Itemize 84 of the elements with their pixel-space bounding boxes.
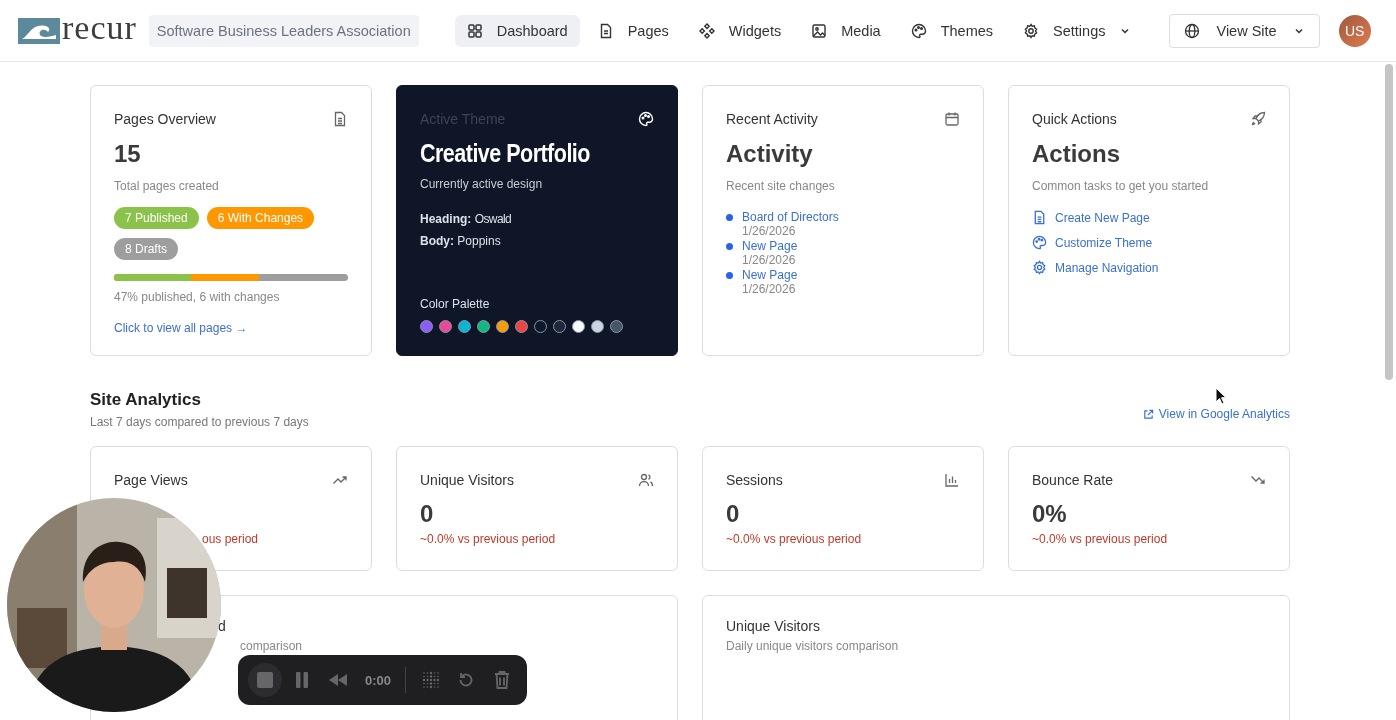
rocket-icon [1250,111,1266,127]
status-badge: 8 Drafts [114,238,178,260]
recording-time: 0:00 [364,672,391,688]
quick-action-link[interactable]: Manage Navigation [1032,260,1266,275]
nav-tab[interactable]: Widgets [686,14,794,47]
palette-icon [638,111,654,127]
stat-change: ~0.0% vs previous period [420,532,557,546]
card-title: Quick Actions [1032,111,1117,127]
chart-title: d [218,618,227,634]
font-info: Body: Poppins [420,234,502,248]
pause-icon [294,671,311,689]
view-site-button[interactable]: View Site [1169,13,1320,48]
calendar-icon [944,111,960,127]
progress-summary: 47% published, 6 with changes [114,290,281,304]
grid-icon [466,22,483,39]
nav-tab[interactable]: Settings [1011,14,1144,47]
card-heading: Activity [726,140,814,169]
activity-link[interactable]: New Page [742,268,798,282]
document-icon [332,111,348,127]
palette-label: Color Palette [420,297,491,311]
activity-date: 1/26/2026 [742,253,797,267]
settings-icon [1023,22,1040,39]
stat-title: Page Views [114,472,188,488]
stat-title: Sessions [726,472,783,488]
activity-dot [726,272,733,279]
activity-link[interactable]: New Page [742,239,798,253]
image-icon [811,22,828,39]
nav-tab[interactable]: Themes [898,14,1006,47]
chart-subtitle: Daily unique visitors comparison [726,640,900,654]
logo-text: recur [62,10,137,45]
stop-button[interactable] [248,663,282,697]
palette-icon [1032,235,1047,250]
stat-value: 0 [420,500,435,529]
cursor-icon [1215,387,1227,405]
organization-name: Software Business Leaders Association [148,14,419,47]
page-count: 15 [114,140,142,169]
rewind-icon [328,673,349,687]
bar-chart-icon [944,472,960,488]
card-caption: Total pages created [114,179,220,193]
external-link-icon [1142,408,1154,420]
palette-icon [910,22,927,39]
scrollbar-thumb[interactable] [1385,64,1393,380]
card-heading: Actions [1032,140,1121,169]
nav-tab[interactable]: Pages [585,14,681,47]
stat-change: ous period [202,532,260,546]
activity-link[interactable]: Board of Directors [742,210,839,224]
users-icon [638,472,654,488]
section-title: Site Analytics [90,390,202,410]
activity-dot [726,214,733,221]
activity-date: 1/26/2026 [742,224,797,238]
settings-icon [1032,260,1047,275]
font-info: Heading: Oswald [420,212,513,226]
status-badge: 6 With Changes [206,207,315,229]
stat-change: ~0.0% vs previous period [1032,532,1169,546]
globe-icon [1184,22,1201,39]
nav-tab[interactable]: Media [799,14,893,47]
quick-action-link[interactable]: Create New Page [1032,210,1266,225]
trash-icon [493,670,512,690]
card-caption: Common tasks to get you started [1032,179,1210,193]
dot-grid-icon [421,671,440,689]
chart-subtitle: comparison [240,640,304,654]
card-caption: Recent site changes [726,179,836,193]
chart-title: Unique Visitors [726,618,821,634]
activity-dot [726,243,733,250]
card-title: Pages Overview [114,111,216,127]
card-title: Recent Activity [726,111,818,127]
document-icon [1032,210,1047,225]
nav-tab[interactable]: Dashboard [454,14,580,47]
stat-title: Bounce Rate [1032,472,1113,488]
theme-name: Creative Portfolio [420,139,591,168]
logo-icon [18,17,60,44]
diamonds-icon [698,22,715,39]
user-avatar[interactable]: US [1338,14,1371,47]
quick-action-link[interactable]: Customize Theme [1032,235,1266,250]
stat-title: Unique Visitors [420,472,514,488]
view-pages-link[interactable]: Click to view all pages → [114,321,348,335]
stat-value: 0% [1032,500,1068,529]
section-subtitle: Last 7 days compared to previous 7 days [90,415,309,429]
status-badge: 7 Published [114,207,199,229]
stat-change: ~0.0% vs previous period [726,532,863,546]
card-caption: Currently active design [420,177,544,191]
stat-value: 0 [726,500,741,529]
google-analytics-link[interactable]: View in Google Analytics [1142,407,1290,421]
activity-date: 1/26/2026 [742,282,797,296]
